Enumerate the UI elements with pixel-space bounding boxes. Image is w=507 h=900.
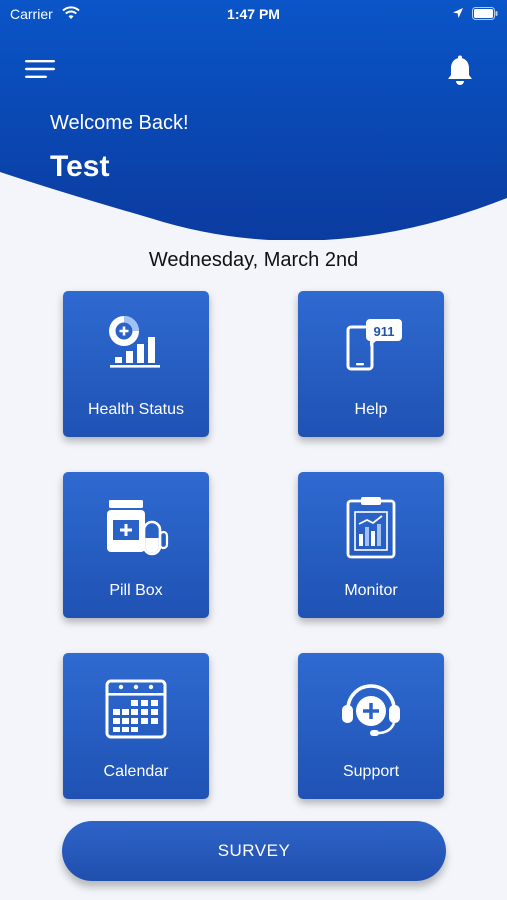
battery-icon <box>472 7 498 20</box>
tile-label: Calendar <box>103 763 169 780</box>
hamburger-menu-icon[interactable] <box>25 58 55 80</box>
tile-label: Help <box>354 401 388 418</box>
username: Test <box>50 150 110 183</box>
support-tile[interactable]: Support <box>298 653 444 799</box>
welcome-text: Welcome Back! <box>50 112 189 134</box>
phone-911-icon: 911 <box>346 319 402 371</box>
calendar-tile[interactable]: Calendar <box>63 653 209 799</box>
tile-label: Pill Box <box>109 582 163 599</box>
monitor-tile[interactable]: Monitor <box>298 472 444 618</box>
clipboard-chart-icon <box>346 497 396 559</box>
survey-button[interactable]: SURVEY <box>62 821 446 881</box>
tile-label: Health Status <box>87 401 185 418</box>
calendar-icon <box>105 679 167 739</box>
status-time: 1:47 PM <box>227 6 280 22</box>
health-status-icon <box>109 316 160 368</box>
status-bar: Carrier 1:47 PM <box>0 0 507 28</box>
help-tile[interactable]: 911 Help <box>298 291 444 437</box>
pill-bottle-icon <box>107 500 169 556</box>
health-status-tile[interactable]: Health Status <box>63 291 209 437</box>
bell-icon[interactable] <box>445 55 475 87</box>
svg-text:911: 911 <box>374 324 395 339</box>
pill-box-tile[interactable]: Pill Box <box>63 472 209 618</box>
headset-icon <box>342 684 400 736</box>
tile-label: Monitor <box>344 582 398 599</box>
current-date: Wednesday, March 2nd <box>148 249 359 271</box>
tile-label: Support <box>342 763 400 780</box>
location-arrow-icon <box>453 8 463 18</box>
